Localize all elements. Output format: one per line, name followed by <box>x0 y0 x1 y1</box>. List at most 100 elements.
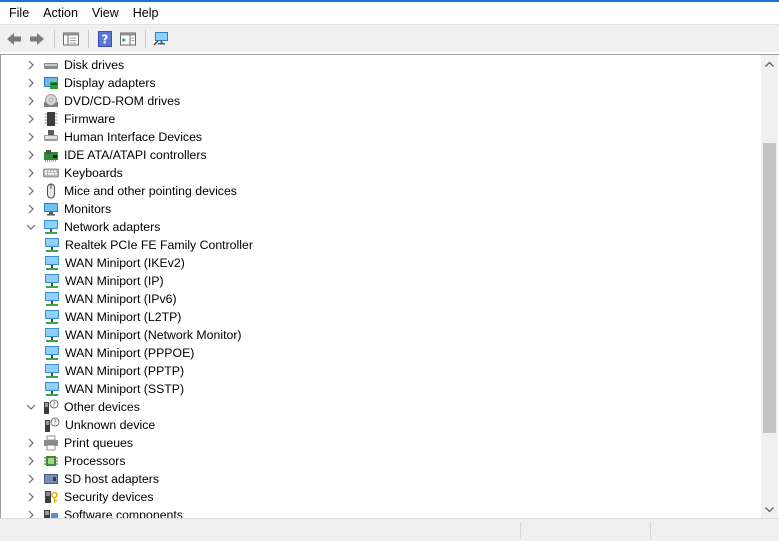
network-icon <box>44 291 60 307</box>
chevron-right-icon[interactable] <box>25 146 37 164</box>
chevron-right-icon[interactable] <box>25 74 37 92</box>
monitor-icon <box>43 201 59 217</box>
show-action-pane-button[interactable] <box>117 28 139 50</box>
tree-category-dvd-cd-rom-drives[interactable]: DVD/CD-ROM drives <box>25 92 180 110</box>
ide-controller-icon <box>43 147 59 163</box>
tree-category-print-queues[interactable]: Print queues <box>25 434 133 452</box>
chevron-right-icon[interactable] <box>25 92 37 110</box>
tree-item-label: WAN Miniport (IPv6) <box>65 292 177 306</box>
tree-category-other-devices[interactable]: ? Other devices <box>25 398 140 416</box>
tree-device-wan-miniport-pptp[interactable]: WAN Miniport (PPTP) <box>44 362 184 380</box>
device-tree-pane[interactable]: Disk drives Display adapters DVD/CD-ROM dr… <box>0 54 779 518</box>
network-icon <box>44 237 60 253</box>
toolbar-separator <box>54 29 55 48</box>
chevron-right-icon[interactable] <box>25 452 37 470</box>
scroll-up-arrow-icon[interactable] <box>761 55 778 72</box>
scan-hardware-changes-button[interactable] <box>151 28 173 50</box>
status-bar <box>0 518 779 541</box>
action-pane-icon <box>119 30 137 48</box>
tree-item-label: WAN Miniport (PPTP) <box>65 364 185 378</box>
network-icon <box>43 219 59 235</box>
network-icon <box>44 381 60 397</box>
tree-category-firmware[interactable]: Firmware <box>25 110 115 128</box>
chevron-down-icon[interactable] <box>25 218 37 236</box>
tree-device-unknown-device[interactable]: ? Unknown device <box>44 416 155 434</box>
tree-item-label: Mice and other pointing devices <box>64 184 237 198</box>
menu-file[interactable]: File <box>0 2 36 24</box>
tree-category-display-adapters[interactable]: Display adapters <box>25 74 156 92</box>
arrow-right-icon <box>28 30 46 48</box>
tree-category-monitors[interactable]: Monitors <box>25 200 111 218</box>
tree-category-sd-host-adapters[interactable]: SD host adapters <box>25 470 159 488</box>
scroll-down-arrow-icon[interactable] <box>761 501 778 518</box>
toolbar: ? <box>0 24 779 52</box>
tree-item-label: WAN Miniport (IP) <box>65 274 164 288</box>
chevron-right-icon[interactable] <box>25 182 37 200</box>
tree-device-wan-miniport-pppoe[interactable]: WAN Miniport (PPPOE) <box>44 344 194 362</box>
chevron-down-icon[interactable] <box>25 398 37 416</box>
tree-item-label: Processors <box>64 454 126 468</box>
tree-device-wan-miniport-ikev2[interactable]: WAN Miniport (IKEv2) <box>44 254 185 272</box>
network-icon <box>44 363 60 379</box>
tree-item-label: Other devices <box>64 400 140 414</box>
menu-help[interactable]: Help <box>126 2 166 24</box>
menu-action[interactable]: Action <box>36 2 85 24</box>
tree-item-label: WAN Miniport (IKEv2) <box>65 256 185 270</box>
chevron-right-icon[interactable] <box>25 434 37 452</box>
toolbar-separator <box>145 29 146 48</box>
tree-device-wan-miniport-sstp[interactable]: WAN Miniport (SSTP) <box>44 380 184 398</box>
tree-device-realtek-pcie-fe-family-controller[interactable]: Realtek PCIe FE Family Controller <box>44 236 253 254</box>
back-button[interactable] <box>3 28 25 50</box>
tree-category-human-interface-devices[interactable]: Human Interface Devices <box>25 128 202 146</box>
tree-item-label: WAN Miniport (PPPOE) <box>65 346 195 360</box>
tree-device-wan-miniport-ip[interactable]: WAN Miniport (IP) <box>44 272 164 290</box>
disk-drive-icon <box>43 57 59 73</box>
tree-category-network-adapters[interactable]: Network adapters <box>25 218 160 236</box>
network-icon <box>44 309 60 325</box>
network-icon <box>44 273 60 289</box>
tree-device-wan-miniport-ipv6[interactable]: WAN Miniport (IPv6) <box>44 290 177 308</box>
help-button[interactable]: ? <box>94 28 116 50</box>
tree-item-label: Human Interface Devices <box>64 130 203 144</box>
tree-device-wan-miniport-network-monitor[interactable]: WAN Miniport (Network Monitor) <box>44 326 242 344</box>
printer-icon <box>43 435 59 451</box>
tree-category-security-devices[interactable]: Security devices <box>25 488 154 506</box>
chevron-right-icon[interactable] <box>25 164 37 182</box>
chevron-right-icon[interactable] <box>25 506 37 518</box>
software-component-icon <box>43 507 59 518</box>
console-tree-icon <box>62 30 80 48</box>
forward-button[interactable] <box>26 28 48 50</box>
tree-category-disk-drives[interactable]: Disk drives <box>25 56 124 74</box>
sd-adapter-icon <box>43 471 59 487</box>
tree-item-label: Network adapters <box>64 220 161 234</box>
chevron-right-icon[interactable] <box>25 128 37 146</box>
menu-view[interactable]: View <box>85 2 126 24</box>
tree-item-label: Print queues <box>64 436 134 450</box>
show-hide-console-tree-button[interactable] <box>60 28 82 50</box>
tree-item-label: WAN Miniport (Network Monitor) <box>65 328 242 342</box>
tree-category-processors[interactable]: Processors <box>25 452 126 470</box>
tree-category-mice-and-other-pointing-devices[interactable]: Mice and other pointing devices <box>25 182 237 200</box>
chevron-right-icon[interactable] <box>25 470 37 488</box>
tree-item-label: WAN Miniport (L2TP) <box>65 310 182 324</box>
chevron-right-icon[interactable] <box>25 56 37 74</box>
chevron-right-icon[interactable] <box>25 200 37 218</box>
dvd-icon <box>43 93 59 109</box>
unknown-device-icon: ? <box>44 417 60 433</box>
tree-item-label: WAN Miniport (SSTP) <box>65 382 185 396</box>
unknown-device-icon: ? <box>43 399 59 415</box>
tree-device-wan-miniport-l2tp[interactable]: WAN Miniport (L2TP) <box>44 308 181 326</box>
svg-text:?: ? <box>52 401 56 409</box>
keyboard-icon <box>43 165 59 181</box>
status-pane <box>520 522 650 539</box>
tree-category-keyboards[interactable]: Keyboards <box>25 164 123 182</box>
chevron-right-icon[interactable] <box>25 110 37 128</box>
chevron-right-icon[interactable] <box>25 488 37 506</box>
tree-category-software-components[interactable]: Software components <box>25 506 183 518</box>
monitor-scan-icon <box>153 30 171 48</box>
scroll-thumb[interactable] <box>763 143 776 433</box>
tree-item-label: Unknown device <box>65 418 156 432</box>
tree-category-ide-ata-atapi-controllers[interactable]: IDE ATA/ATAPI controllers <box>25 146 207 164</box>
tree-item-label: Security devices <box>64 490 154 504</box>
vertical-scrollbar[interactable] <box>761 55 778 518</box>
